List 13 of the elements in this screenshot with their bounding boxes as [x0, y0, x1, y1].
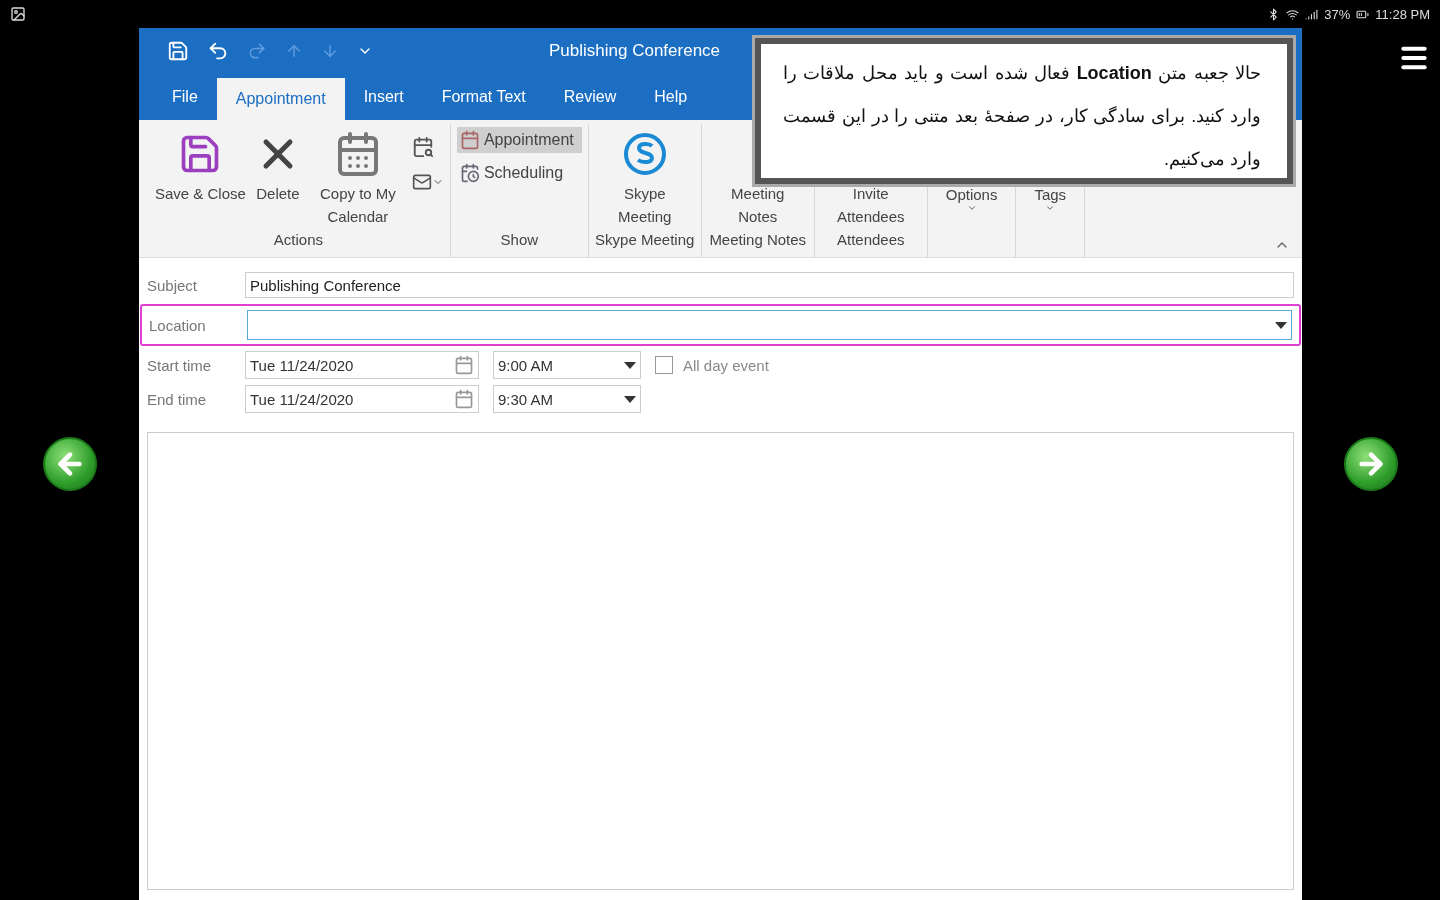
battery-percent: 37% — [1324, 6, 1351, 22]
window-title: Publishing Conference — [549, 41, 721, 61]
group-label: Actions — [272, 231, 325, 250]
group-label: Skype Meeting — [594, 231, 695, 250]
clock-time: 11:28 PM — [1375, 6, 1430, 22]
group-label: Attendees — [835, 231, 906, 250]
field-label: Start time — [147, 356, 213, 374]
field-label: Location — [149, 316, 207, 334]
field-label: End time — [147, 390, 208, 408]
checkbox-label: All day event — [683, 356, 769, 374]
group-label: Show — [499, 231, 540, 250]
field-label: Subject — [147, 276, 199, 294]
group-label: Meeting Notes — [708, 231, 808, 250]
